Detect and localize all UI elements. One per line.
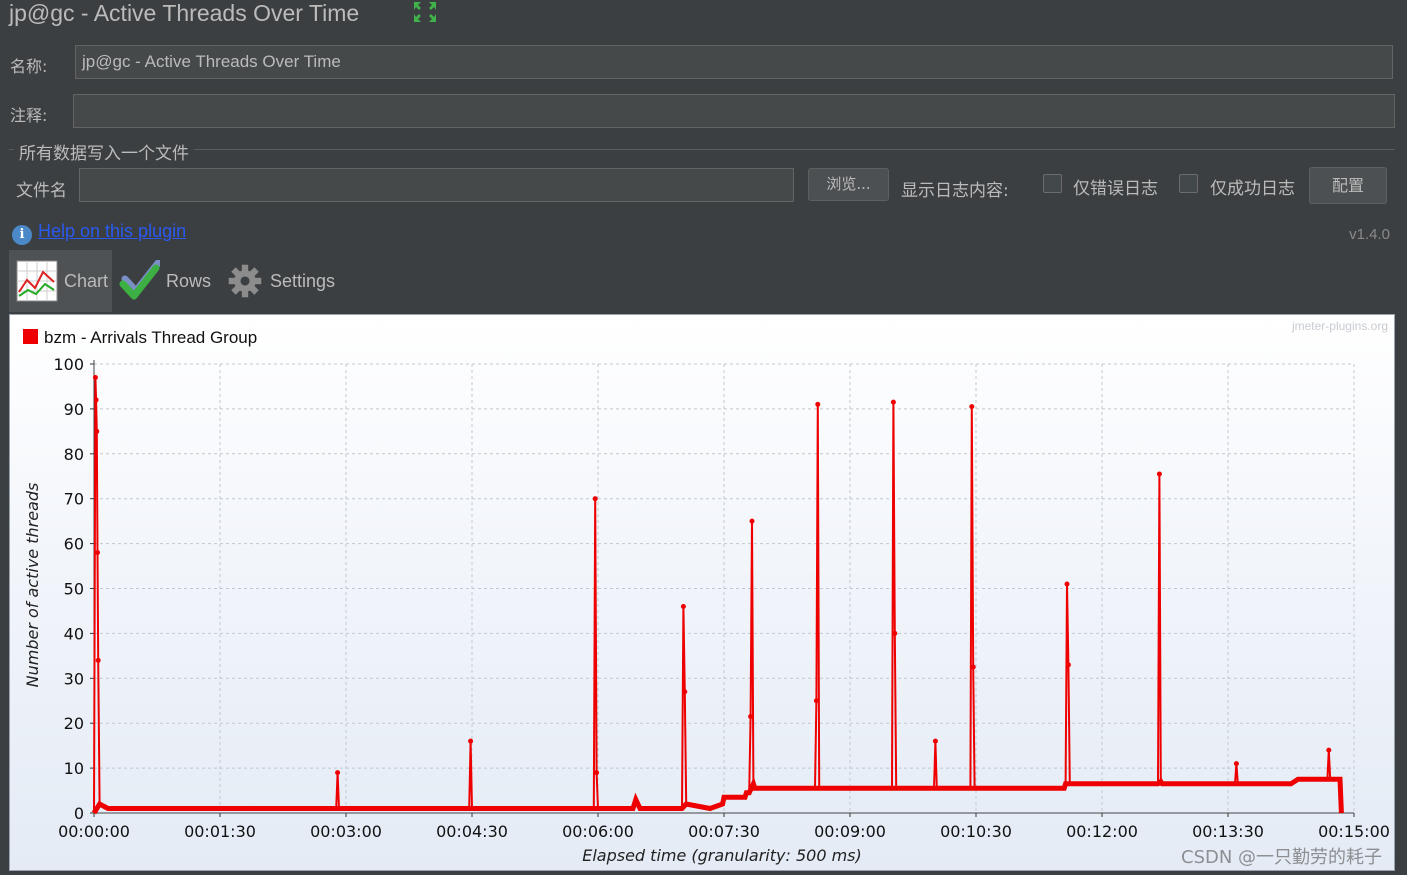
data-point bbox=[95, 550, 100, 556]
errors-only-checkbox[interactable] bbox=[1043, 174, 1062, 193]
data-point bbox=[1156, 471, 1162, 477]
y-tick-label: 100 bbox=[53, 355, 84, 374]
y-tick-label: 40 bbox=[64, 624, 84, 643]
version-label: v1.4.0 bbox=[1349, 226, 1390, 243]
data-point bbox=[468, 738, 474, 744]
x-tick-label: 00:06:00 bbox=[562, 822, 634, 841]
tab-settings-label: Settings bbox=[270, 270, 336, 291]
x-tick-label: 00:15:00 bbox=[1318, 822, 1390, 841]
filename-label: 文件名 bbox=[16, 181, 67, 201]
chart-panel: 0 10 20 30 40 50 60 70 80 90 100 00:00:00 00:01:30 00… bbox=[9, 314, 1395, 871]
x-tick-label: 00:13:30 bbox=[1192, 822, 1264, 841]
tab-rows-label: Rows bbox=[166, 270, 212, 291]
data-point bbox=[92, 374, 98, 380]
checkmark-icon bbox=[119, 260, 160, 300]
tab-chart-label: Chart bbox=[64, 270, 109, 291]
y-axis-label: Number of active threads bbox=[23, 483, 42, 688]
x-tick-label: 00:09:00 bbox=[814, 822, 886, 841]
series-baseline bbox=[91, 776, 1344, 815]
data-point bbox=[969, 404, 975, 410]
comment-label: 注释: bbox=[10, 106, 48, 125]
chart-watermark: jmeter-plugins.org bbox=[1291, 319, 1388, 333]
window-title: jp@gc - Active Threads Over Time bbox=[9, 0, 360, 26]
log-content-label: 显示日志内容: bbox=[901, 181, 1009, 201]
comment-field[interactable] bbox=[73, 94, 1395, 128]
data-point bbox=[680, 603, 686, 609]
x-tick-label: 00:03:00 bbox=[310, 822, 382, 841]
help-link[interactable]: Help on this plugin bbox=[38, 221, 186, 242]
legend-swatch bbox=[23, 329, 38, 344]
data-point bbox=[813, 698, 819, 704]
configure-button[interactable]: 配置 bbox=[1309, 167, 1387, 204]
name-label: 名称: bbox=[10, 57, 48, 76]
y-tick-label: 70 bbox=[64, 490, 84, 509]
data-point bbox=[335, 770, 341, 776]
y-tick-label: 80 bbox=[64, 445, 84, 464]
data-point bbox=[892, 630, 898, 636]
data-point bbox=[95, 657, 101, 663]
y-tick-label: 0 bbox=[74, 804, 84, 823]
active-threads-chart: 0 10 20 30 40 50 60 70 80 90 100 00:00:00 00:01:30 00… bbox=[23, 319, 1390, 865]
data-point bbox=[1326, 747, 1332, 753]
page-watermark: CSDN @一只勤劳的耗子 bbox=[1181, 847, 1383, 868]
x-tick-label: 00:04:30 bbox=[436, 822, 508, 841]
tab-settings[interactable]: Settings bbox=[226, 250, 335, 312]
data-point bbox=[682, 689, 688, 695]
x-tick-label: 00:00:00 bbox=[58, 822, 130, 841]
errors-only-label: 仅错误日志 bbox=[1073, 179, 1158, 199]
data-point bbox=[1065, 662, 1071, 668]
expand-icon[interactable] bbox=[412, 0, 438, 24]
x-tick-label: 00:10:30 bbox=[940, 822, 1012, 841]
data-point bbox=[93, 397, 99, 403]
data-point bbox=[890, 399, 896, 405]
series-line bbox=[93, 376, 1343, 814]
x-tick-label: 00:01:30 bbox=[184, 822, 256, 841]
data-point bbox=[1064, 581, 1070, 587]
x-tick-label: 00:07:30 bbox=[688, 822, 760, 841]
x-axis-label: Elapsed time (granularity: 500 ms) bbox=[582, 846, 862, 865]
y-tick-label: 30 bbox=[64, 669, 84, 688]
legend-label: bzm - Arrivals Thread Group bbox=[44, 328, 257, 347]
y-tick-label: 50 bbox=[64, 580, 84, 599]
file-section-title: 所有数据写入一个文件 bbox=[14, 139, 194, 164]
data-point bbox=[94, 428, 100, 434]
name-field[interactable]: jp@gc - Active Threads Over Time bbox=[75, 45, 1393, 79]
data-point bbox=[1233, 761, 1239, 767]
success-only-label: 仅成功日志 bbox=[1210, 179, 1295, 199]
data-point bbox=[748, 713, 754, 719]
y-tick-label: 90 bbox=[64, 400, 84, 419]
browse-button[interactable]: 浏览... bbox=[808, 168, 889, 201]
tab-rows[interactable]: Rows bbox=[118, 250, 211, 312]
file-section-border bbox=[9, 149, 1395, 150]
tab-chart[interactable]: Chart bbox=[9, 250, 112, 312]
filename-field[interactable] bbox=[79, 168, 794, 202]
data-point bbox=[932, 738, 938, 744]
data-point bbox=[749, 518, 755, 524]
chart-icon bbox=[16, 260, 58, 302]
gear-icon bbox=[228, 264, 262, 298]
y-tick-label: 20 bbox=[64, 714, 84, 733]
data-point bbox=[594, 770, 600, 776]
success-only-checkbox[interactable] bbox=[1179, 174, 1198, 193]
y-tick-label: 60 bbox=[64, 535, 84, 554]
y-tick-label: 10 bbox=[64, 759, 84, 778]
x-tick-label: 00:12:00 bbox=[1066, 822, 1138, 841]
data-point bbox=[815, 401, 821, 407]
data-point bbox=[970, 664, 976, 670]
info-icon: i bbox=[12, 225, 32, 245]
data-point bbox=[592, 496, 598, 502]
